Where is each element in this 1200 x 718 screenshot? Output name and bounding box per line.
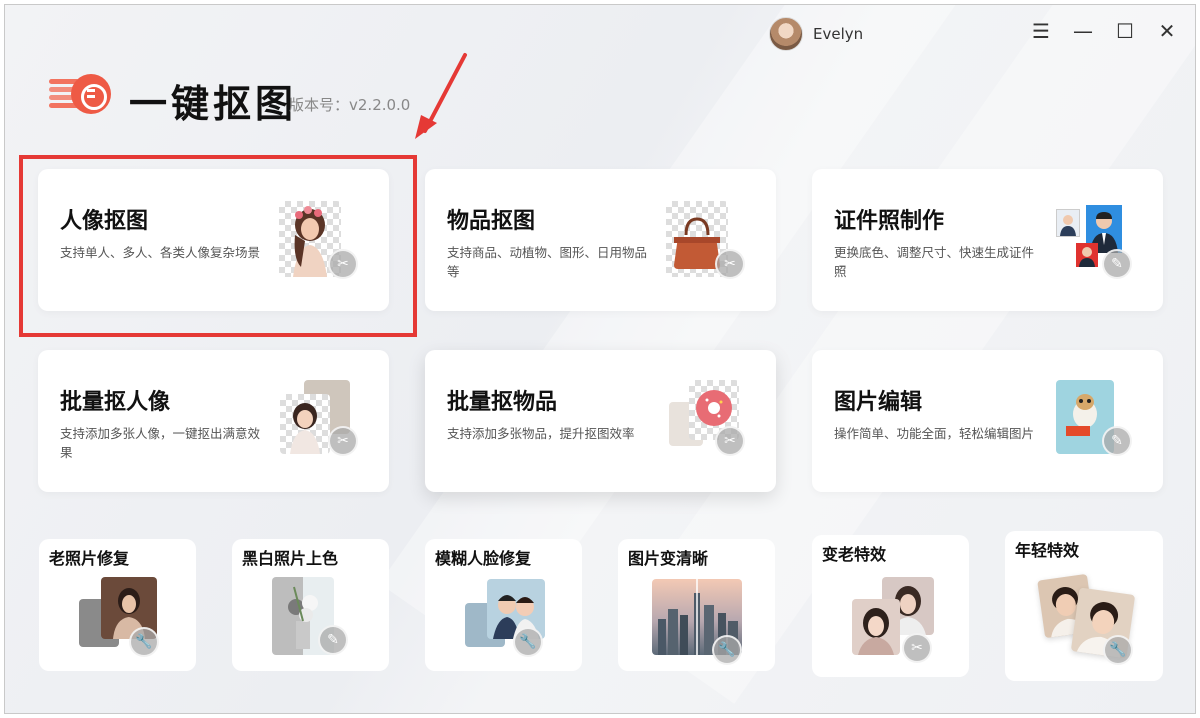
card-object-cutout[interactable]: 物品抠图 支持商品、动植物、图形、日用物品等 ✂ <box>425 169 776 311</box>
card-title: 老照片修复 <box>49 549 130 568</box>
card-title: 图片编辑 <box>834 390 923 415</box>
card-title: 模糊人脸修复 <box>435 549 532 568</box>
card-colorize[interactable]: 黑白照片上色 ✎ <box>232 539 389 671</box>
pencil-icon: ✎ <box>1102 426 1132 456</box>
wrench-icon: 🔧 <box>1103 635 1133 665</box>
app-title: 一键抠图 <box>129 82 298 126</box>
card-description: 操作简单、功能全面，轻松编辑图片 <box>834 426 1035 441</box>
card-id-photo[interactable]: 证件照制作 更换底色、调整尺寸、快速生成证件照 ✎ <box>812 169 1163 311</box>
id-photo-small-red <box>1076 243 1098 267</box>
card-youth-effect[interactable]: 年轻特效 🔧 <box>1005 531 1163 681</box>
scissors-icon: ✂ <box>715 426 745 456</box>
annotation-arrow <box>415 53 467 139</box>
avatar[interactable] <box>769 17 803 51</box>
card-aging-effect[interactable]: 变老特效 ✂ <box>812 535 969 677</box>
card-title: 图片变清晰 <box>628 549 709 568</box>
card-description: 支持添加多张人像，一键抠出满意效果 <box>60 426 261 460</box>
scissors-icon: ✂ <box>328 426 358 456</box>
card-title: 黑白照片上色 <box>242 549 339 568</box>
close-icon[interactable]: ✕ <box>1155 19 1179 43</box>
card-face-restore[interactable]: 模糊人脸修复 🔧 <box>425 539 582 671</box>
card-title: 变老特效 <box>822 545 887 564</box>
card-image-edit[interactable]: 图片编辑 操作简单、功能全面，轻松编辑图片 ✎ <box>812 350 1163 492</box>
maximize-icon[interactable]: ☐ <box>1113 19 1137 43</box>
wrench-icon: 🔧 <box>129 627 159 657</box>
id-photo-small-blue <box>1056 209 1080 237</box>
card-title: 批量抠物品 <box>447 390 558 415</box>
card-title: 证件照制作 <box>834 209 945 234</box>
wrench-icon: 🔧 <box>712 635 742 665</box>
card-description: 支持添加多张物品，提升抠图效率 <box>447 426 635 441</box>
username: Evelyn <box>813 25 864 43</box>
card-title: 人像抠图 <box>60 209 149 234</box>
card-title: 物品抠图 <box>447 209 536 234</box>
scissors-icon: ✂ <box>902 633 932 663</box>
aging-before <box>852 599 900 655</box>
app-window: Evelyn ☰ — ☐ ✕ 一键抠图 版本号：v2.2.0.0 人像抠图 支持… <box>4 4 1196 714</box>
card-batch-object[interactable]: 批量抠物品 支持添加多张物品，提升抠图效率 ✂ <box>425 350 776 492</box>
scissors-icon: ✂ <box>328 249 358 279</box>
card-portrait-cutout[interactable]: 人像抠图 支持单人、多人、各类人像复杂场景 ✂ <box>38 169 389 311</box>
minimize-icon[interactable]: — <box>1071 19 1095 43</box>
card-title: 批量抠人像 <box>60 390 171 415</box>
batch-photo-front <box>280 394 330 454</box>
pencil-icon: ✎ <box>318 625 348 655</box>
card-batch-portrait[interactable]: 批量抠人像 支持添加多张人像，一键抠出满意效果 ✂ <box>38 350 389 492</box>
card-title: 年轻特效 <box>1015 541 1080 560</box>
card-description: 更换底色、调整尺寸、快速生成证件照 <box>834 245 1035 279</box>
app-logo <box>49 71 111 117</box>
card-description: 支持商品、动植物、图形、日用物品等 <box>447 245 648 279</box>
wrench-icon: 🔧 <box>513 627 543 657</box>
pencil-icon: ✎ <box>1102 249 1132 279</box>
version-label: 版本号：v2.2.0.0 <box>289 96 411 114</box>
menu-icon[interactable]: ☰ <box>1029 19 1053 43</box>
card-description: 支持单人、多人、各类人像复杂场景 <box>60 245 261 260</box>
user-profile[interactable]: Evelyn <box>769 17 863 51</box>
card-old-photo-restore[interactable]: 老照片修复 🔧 <box>39 539 196 671</box>
card-sharpen[interactable]: 图片变清晰 🔧 <box>618 539 775 671</box>
scissors-icon: ✂ <box>715 249 745 279</box>
